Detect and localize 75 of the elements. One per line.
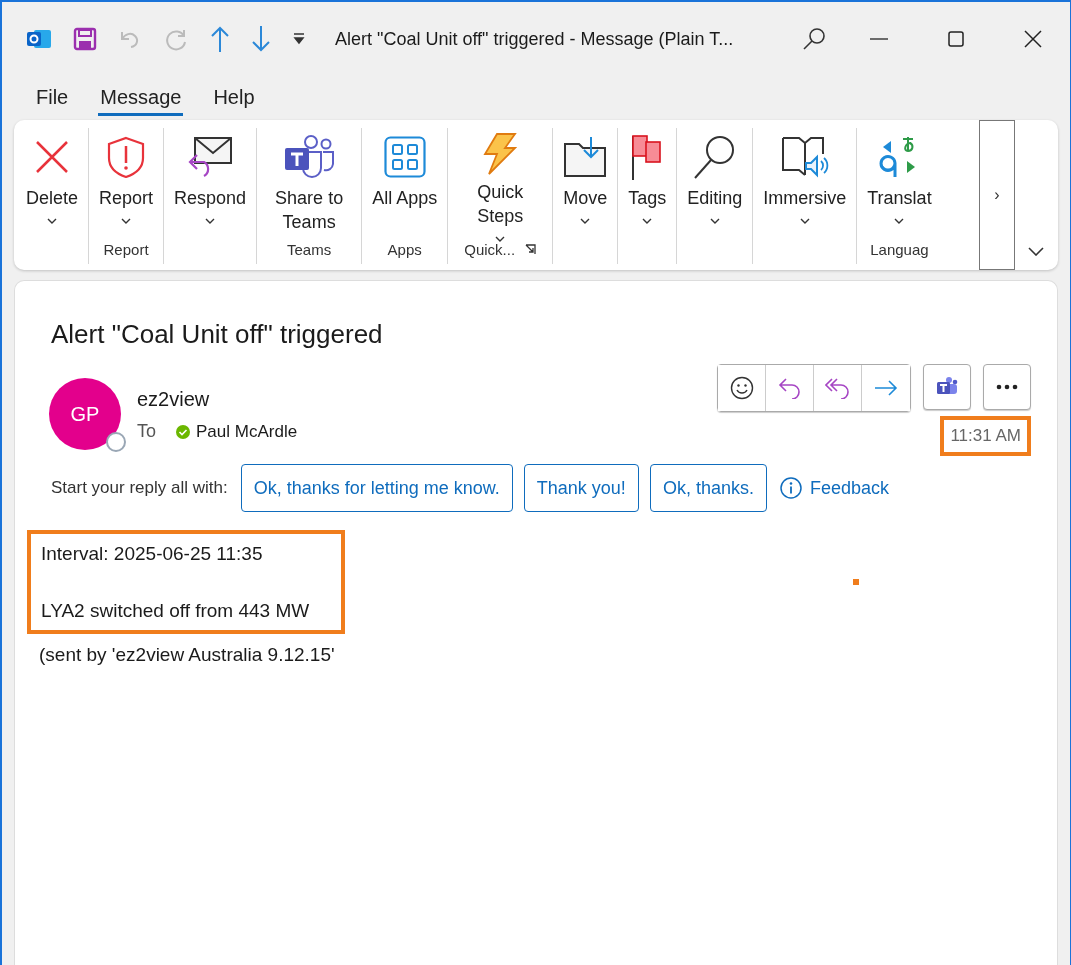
more-icon xyxy=(996,384,1018,390)
ribbon-group-label: Languag xyxy=(870,240,929,258)
reply-all-button[interactable] xyxy=(814,365,862,411)
dropdown-caret-icon xyxy=(205,218,216,224)
customize-toolbar-icon[interactable] xyxy=(292,33,306,45)
menu-tab[interactable]: Help xyxy=(211,80,257,116)
feedback-link[interactable]: Feedback xyxy=(777,477,889,499)
shield-warning-icon xyxy=(106,136,147,178)
dropdown-caret-icon xyxy=(894,218,905,224)
ribbon-overflow-button[interactable]: › xyxy=(979,120,1015,270)
chevron-down-icon[interactable] xyxy=(1028,247,1044,256)
search-icon[interactable] xyxy=(801,26,827,52)
maximize-icon[interactable] xyxy=(948,31,964,47)
close-icon[interactable] xyxy=(1024,30,1042,48)
flag-icon xyxy=(631,134,664,180)
envelope-reply-icon xyxy=(187,136,234,178)
double-reply-arrow-icon xyxy=(824,377,851,399)
lightning-icon xyxy=(483,132,518,176)
dropdown-caret-icon xyxy=(47,218,57,224)
suggested-reply-button[interactable]: Ok, thanks. xyxy=(649,464,767,512)
dropdown-caret-icon xyxy=(642,218,653,224)
ribbon-button[interactable]: Translat xyxy=(863,128,936,238)
body-footer-line: (sent by 'ez2view Australia 9.12.15' xyxy=(39,644,336,666)
ribbon-group-label: Teams xyxy=(287,240,332,258)
menu-tab[interactable]: File xyxy=(34,80,71,116)
message-subject: Alert "Coal Unit off" triggered xyxy=(51,319,384,350)
menu-tab[interactable]: Message xyxy=(98,80,184,116)
suggested-reply-button[interactable]: Ok, thanks for letting me know. xyxy=(240,464,513,512)
x-mark-icon xyxy=(34,139,70,175)
ribbon-button[interactable]: Delete xyxy=(22,128,83,238)
forward-arrow-icon xyxy=(874,380,898,396)
more-actions-button[interactable] xyxy=(983,364,1031,410)
available-status-icon xyxy=(176,424,190,439)
body-line: Interval: 2025-06-25 11:35 xyxy=(41,542,264,566)
smiley-icon xyxy=(729,376,754,400)
received-time: 11:31 AM xyxy=(940,416,1031,456)
ribbon-button[interactable]: Share to Teams xyxy=(263,128,356,238)
dialog-launcher-icon[interactable] xyxy=(525,243,537,255)
ribbon-button[interactable]: Immersive xyxy=(759,128,851,238)
ribbon-group-label: Apps xyxy=(387,240,422,258)
ribbon-button[interactable]: Move xyxy=(559,128,612,238)
ribbon-button[interactable]: Report xyxy=(95,128,158,238)
ribbon-group-label: Quick... xyxy=(464,240,516,258)
dropdown-caret-icon xyxy=(121,218,132,224)
down-arrow-icon[interactable] xyxy=(251,26,271,52)
dropdown-caret-icon xyxy=(495,236,506,242)
ribbon-button[interactable]: Tags xyxy=(624,128,671,238)
emoji-reaction-button[interactable] xyxy=(718,365,766,411)
save-icon[interactable] xyxy=(73,27,97,51)
ribbon-button[interactable]: Respond xyxy=(170,128,251,238)
window-title: Alert "Coal Unit off" triggered - Message (Plain T... xyxy=(335,28,735,50)
presence-icon xyxy=(106,432,126,452)
dropdown-caret-icon xyxy=(799,218,810,224)
dropdown-caret-icon xyxy=(580,218,591,224)
app-grid-icon xyxy=(383,136,426,178)
reply-arrow-icon xyxy=(777,377,802,399)
ribbon-button[interactable]: Quick Steps xyxy=(454,128,547,238)
up-arrow-icon[interactable] xyxy=(210,26,230,52)
dropdown-caret-icon xyxy=(709,218,720,224)
suggested-replies-label: Start your reply all with: xyxy=(51,478,228,498)
suggested-reply-button[interactable]: Thank you! xyxy=(523,464,639,512)
recipient-name[interactable]: Paul McArdle xyxy=(196,421,298,442)
body-line: LYA2 switched off from 443 MW xyxy=(41,599,310,623)
forward-button[interactable] xyxy=(862,365,910,411)
info-icon xyxy=(779,477,802,499)
ribbon-group-label: Report xyxy=(103,240,149,258)
ribbon-button[interactable]: Editing xyxy=(683,128,747,238)
outlook-logo-icon xyxy=(26,27,52,51)
teams-icon xyxy=(283,134,336,180)
book-speaker-icon xyxy=(779,135,830,179)
teams-share-button[interactable] xyxy=(923,364,971,410)
to-label: To xyxy=(137,421,156,442)
sender-name: ez2view xyxy=(137,388,211,411)
ribbon-button[interactable]: All Apps xyxy=(368,128,442,238)
folder-down-arrow-icon xyxy=(563,136,608,178)
